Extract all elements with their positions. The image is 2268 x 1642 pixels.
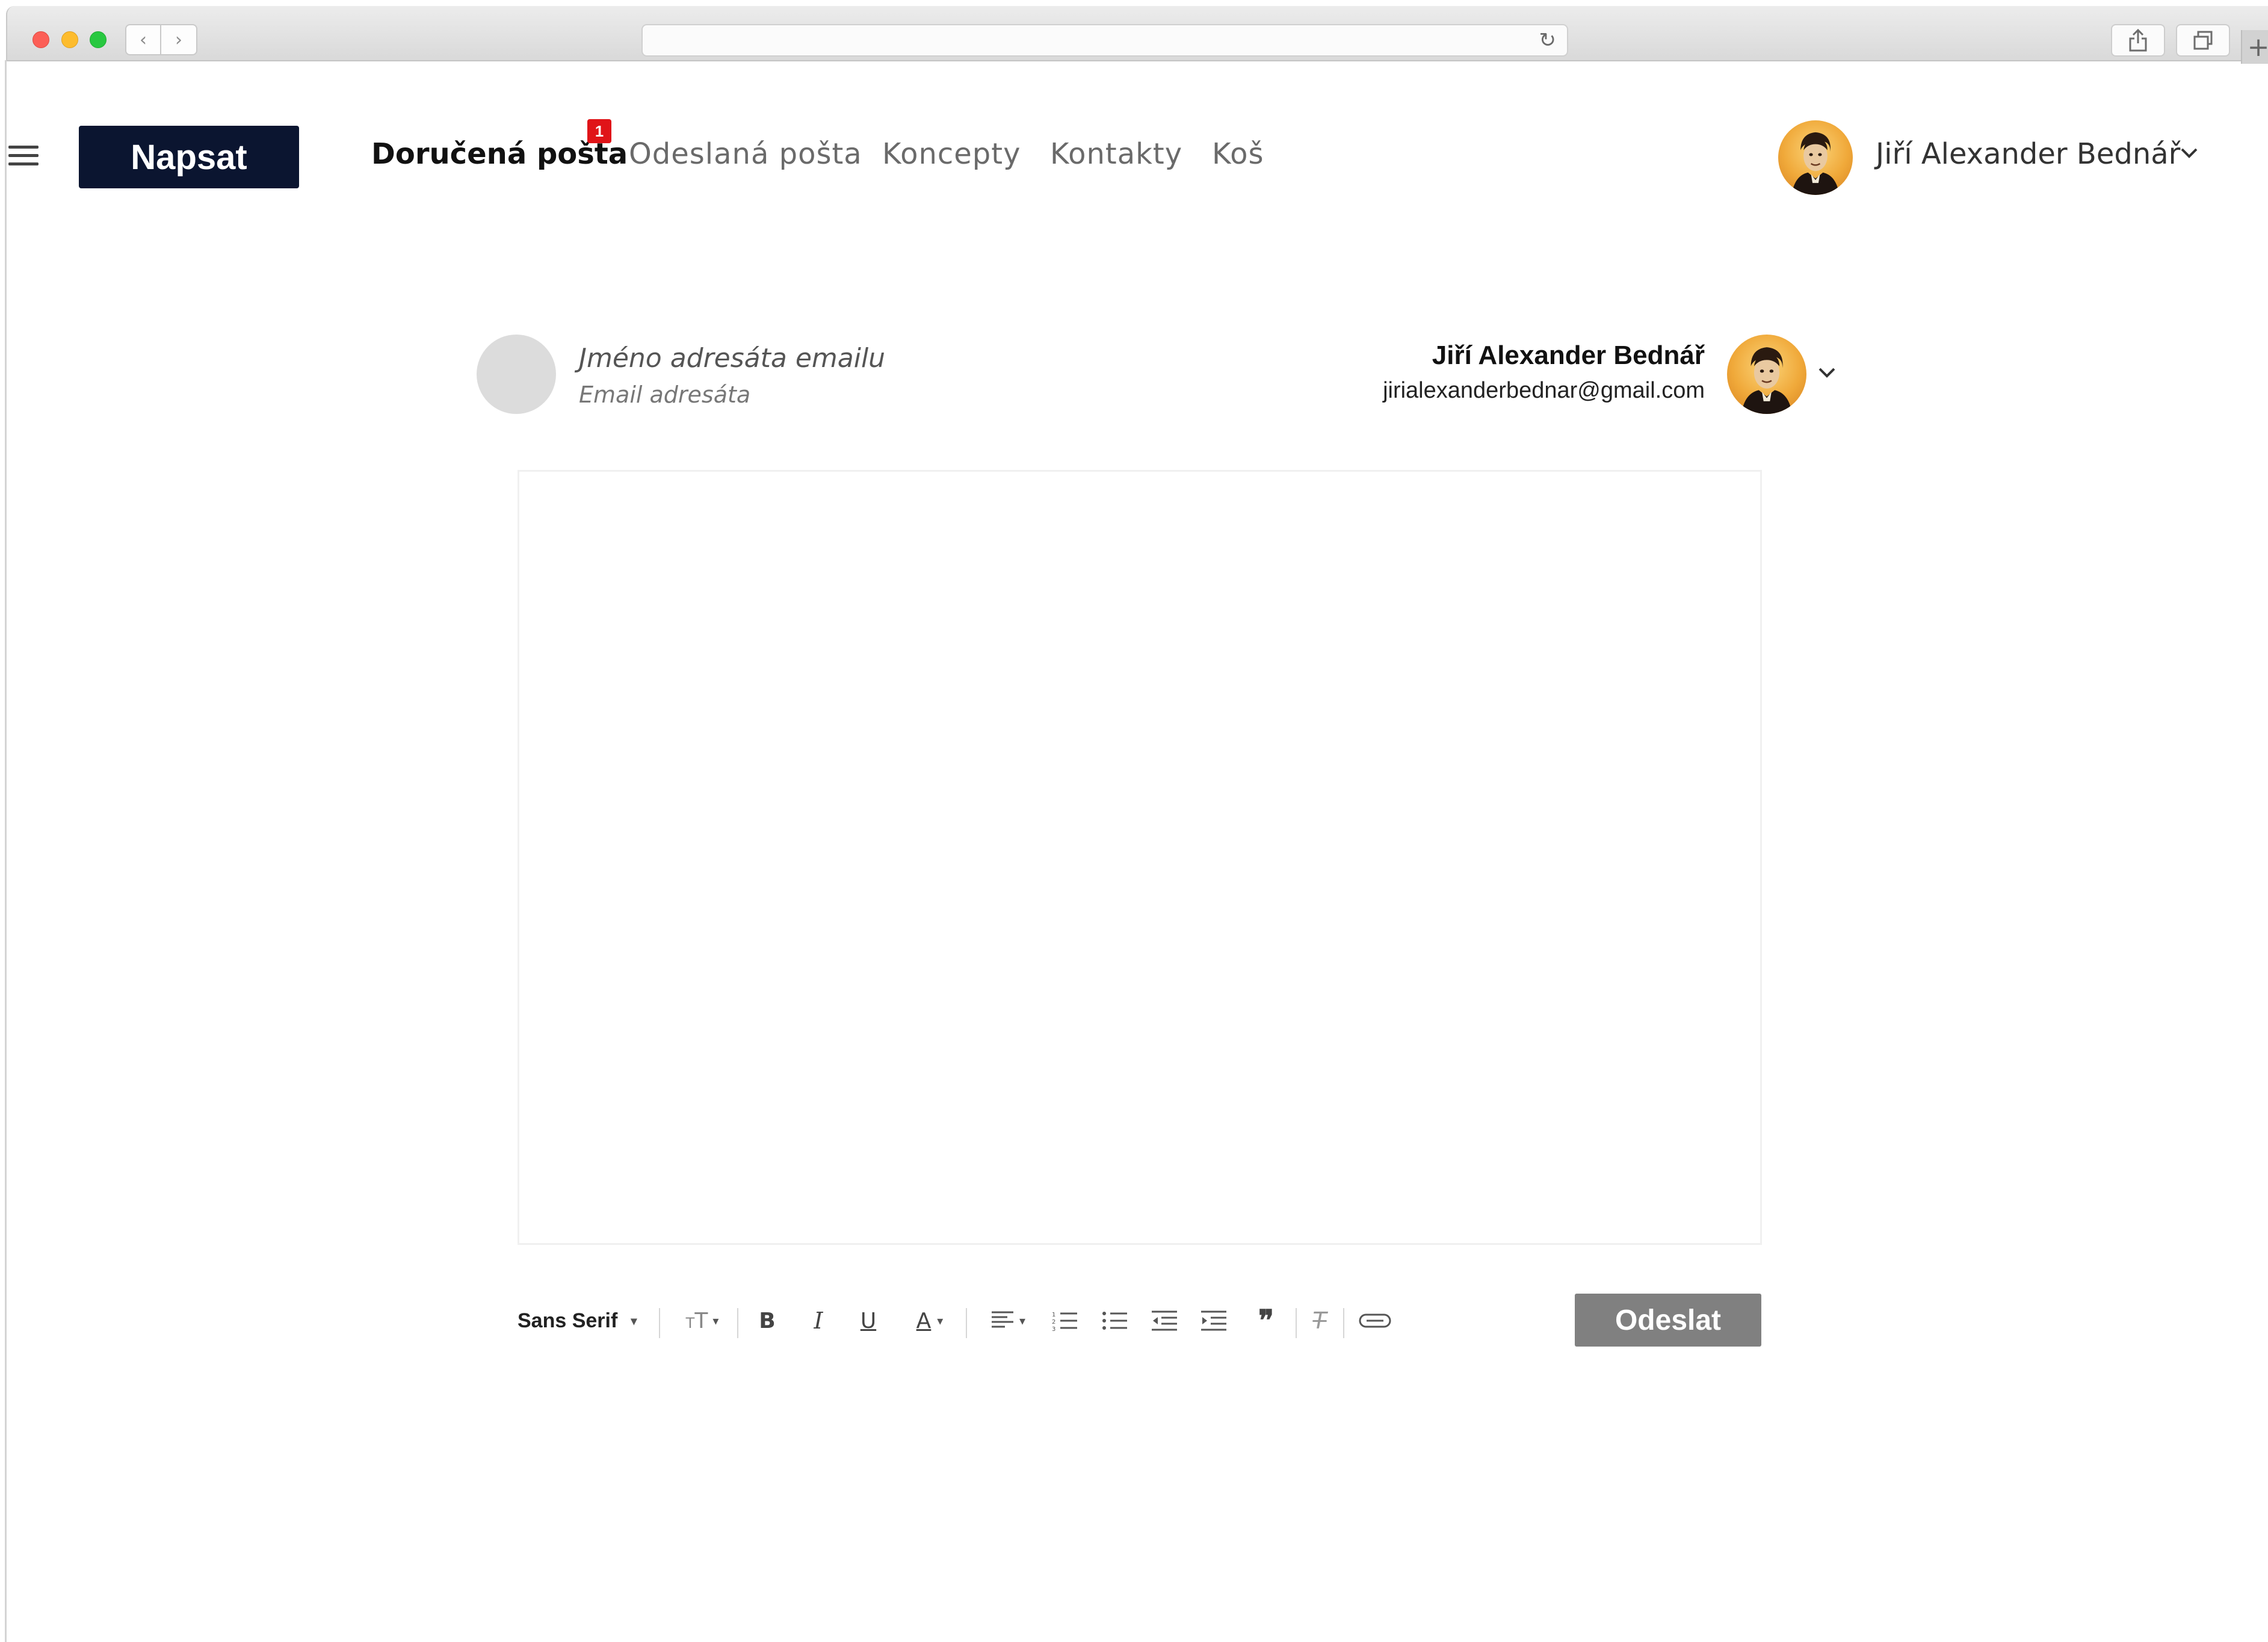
- caret-down-icon: ▾: [631, 1314, 637, 1328]
- user-avatar[interactable]: [1778, 120, 1853, 195]
- nav-trash[interactable]: Koš: [1212, 137, 1264, 171]
- nav-sent[interactable]: Odeslaná pošta: [629, 137, 862, 171]
- recipient-name-field[interactable]: Jméno adresáta emailu: [579, 343, 885, 374]
- text-color-icon: A: [916, 1308, 932, 1333]
- inbox-unread-badge: 1: [587, 119, 611, 143]
- svg-text:1: 1: [1052, 1312, 1055, 1318]
- address-bar[interactable]: ↻: [641, 24, 1568, 57]
- menu-icon[interactable]: [8, 146, 39, 167]
- chevron-left-icon: ‹: [140, 29, 147, 51]
- share-icon: [2129, 29, 2147, 52]
- bulleted-list-icon[interactable]: [1100, 1300, 1130, 1342]
- user-menu[interactable]: Jiří Alexander Bednář: [1876, 137, 2180, 171]
- plus-icon: +: [2247, 31, 2268, 63]
- compose-button[interactable]: Napsat: [79, 126, 299, 188]
- chevron-right-icon: ›: [175, 29, 182, 51]
- align-select[interactable]: ▾: [981, 1300, 1035, 1342]
- zoom-window-button[interactable]: [90, 31, 107, 48]
- italic-icon[interactable]: I: [803, 1300, 833, 1342]
- font-size-select[interactable]: TT ▾: [675, 1300, 729, 1342]
- text-color-select[interactable]: A ▾: [903, 1300, 957, 1342]
- close-window-button[interactable]: [32, 31, 49, 48]
- portrait-icon: [1741, 347, 1793, 414]
- sender-avatar[interactable]: [1727, 335, 1806, 414]
- font-size-icon: TT: [685, 1308, 708, 1333]
- attachment-icon[interactable]: [1357, 1300, 1393, 1342]
- share-button[interactable]: [2111, 24, 2165, 57]
- portrait-icon: [1791, 132, 1840, 195]
- quote-icon[interactable]: ❞: [1249, 1300, 1283, 1342]
- indent-more-icon[interactable]: [1199, 1300, 1229, 1342]
- underline-icon[interactable]: U: [853, 1300, 883, 1342]
- browser-toolbar: ‹ › ↻ +: [6, 6, 2268, 64]
- numbered-list-icon[interactable]: 123: [1050, 1300, 1080, 1342]
- sender-email: jirialexanderbednar@gmail.com: [1383, 378, 1705, 403]
- svg-text:3: 3: [1052, 1326, 1055, 1332]
- reload-icon[interactable]: ↻: [1539, 28, 1557, 52]
- minimize-window-button[interactable]: [61, 31, 78, 48]
- sender-name: Jiří Alexander Bednář: [1432, 341, 1705, 370]
- bold-icon[interactable]: B: [752, 1300, 782, 1342]
- chevron-down-icon[interactable]: [2178, 144, 2200, 162]
- caret-down-icon: ▾: [937, 1313, 944, 1328]
- sender-chevron-down-icon[interactable]: [1816, 364, 1838, 382]
- recipient-avatar-placeholder: [477, 335, 556, 414]
- font-family-select[interactable]: Sans Serif ▾: [518, 1300, 637, 1342]
- send-button[interactable]: Odeslat: [1575, 1294, 1761, 1347]
- window-border: [5, 60, 7, 1642]
- nav-drafts[interactable]: Koncepty: [882, 137, 1021, 171]
- nav-contacts[interactable]: Kontakty: [1050, 137, 1182, 171]
- caret-down-icon: ▾: [712, 1313, 719, 1328]
- new-tab-button[interactable]: +: [2241, 30, 2268, 64]
- indent-less-icon[interactable]: [1149, 1300, 1179, 1342]
- formatting-toolbar: Sans Serif ▾ TT ▾ B I U A ▾ ▾ 123 ❞ T: [518, 1300, 1420, 1342]
- forward-button[interactable]: ›: [161, 24, 197, 55]
- back-button[interactable]: ‹: [125, 24, 161, 55]
- remove-formatting-icon[interactable]: T: [1305, 1300, 1335, 1342]
- svg-text:2: 2: [1052, 1319, 1055, 1326]
- show-tabs-button[interactable]: [2176, 24, 2230, 57]
- message-body-editor[interactable]: [518, 470, 1762, 1245]
- tabs-icon: [2193, 31, 2213, 50]
- recipient-email-field[interactable]: Email adresáta: [579, 381, 750, 408]
- caret-down-icon: ▾: [1019, 1313, 1026, 1328]
- font-family-label: Sans Serif: [518, 1309, 618, 1332]
- align-icon: [991, 1311, 1013, 1328]
